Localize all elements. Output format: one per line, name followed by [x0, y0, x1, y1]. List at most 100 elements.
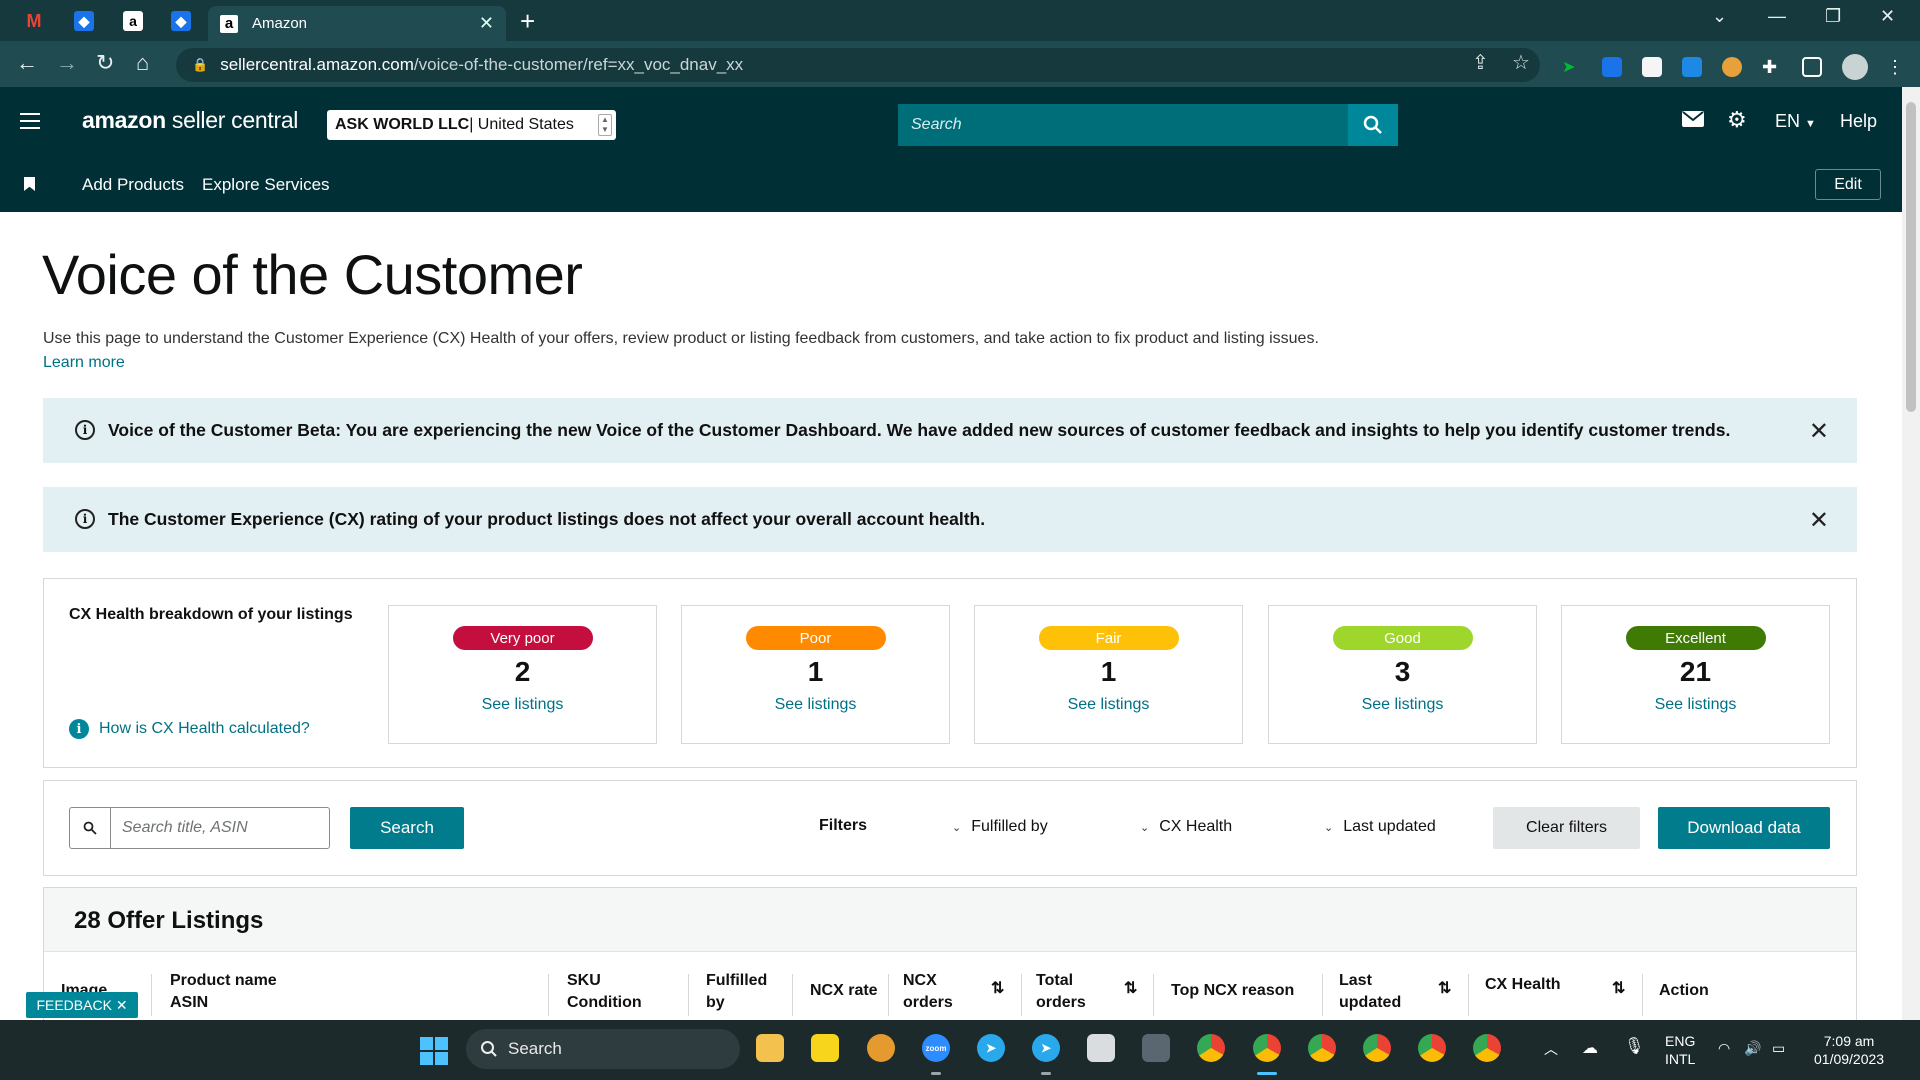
column-top-ncx-reason[interactable]: Top NCX reason — [1171, 980, 1294, 1002]
sort-icon[interactable]: ⇅ — [1438, 978, 1451, 998]
puzzle-icon[interactable]: ✚ — [1762, 57, 1782, 77]
bookmark-star-icon[interactable]: ☆ — [1512, 50, 1530, 75]
close-icon[interactable]: ✕ — [116, 997, 128, 1014]
cx-health-dropdown[interactable]: ⌄ CX Health — [1140, 818, 1232, 836]
fba-extension-icon[interactable] — [1682, 57, 1702, 77]
zoom-icon[interactable]: zoom — [922, 1034, 950, 1062]
see-listings-link[interactable]: See listings — [682, 696, 949, 714]
dismiss-alert-icon[interactable]: ✕ — [1809, 417, 1829, 446]
header-search-input[interactable]: Search — [898, 104, 1348, 146]
fulfilled-by-dropdown[interactable]: ⌄ Fulfilled by — [952, 818, 1048, 836]
onedrive-cloud-icon[interactable]: ☁ — [1582, 1040, 1598, 1058]
address-bar[interactable]: 🔒 sellercentral.amazon.com /voice-of-the… — [176, 48, 1540, 82]
last-updated-dropdown[interactable]: ⌄ Last updated — [1324, 818, 1436, 836]
mail-icon[interactable] — [1682, 111, 1704, 132]
nav-explore-services[interactable]: Explore Services — [202, 175, 330, 195]
chrome-icon[interactable] — [1473, 1034, 1501, 1062]
feedback-button[interactable]: FEEDBACK ✕ — [26, 992, 138, 1018]
telegram-icon[interactable]: ➤ — [1032, 1034, 1060, 1062]
language-indicator[interactable]: ENG INTL — [1665, 1032, 1695, 1068]
seller-central-logo[interactable]: amazon seller central — [82, 107, 298, 134]
reload-icon[interactable]: ↻ — [96, 50, 114, 76]
extension-icon[interactable] — [1642, 57, 1662, 77]
column-last-updated[interactable]: Last updated — [1339, 970, 1401, 1014]
gmail-tab[interactable]: M — [14, 7, 54, 35]
close-window-button[interactable]: ✕ — [1880, 6, 1895, 27]
chrome-icon[interactable] — [1363, 1034, 1391, 1062]
page-scrollbar[interactable] — [1902, 87, 1920, 1020]
see-listings-link[interactable]: See listings — [389, 696, 656, 714]
active-tab[interactable]: a Amazon ✕ — [208, 6, 506, 41]
amazon-icon: a — [123, 11, 143, 31]
clock[interactable]: 7:09 am 01/09/2023 — [1814, 1032, 1884, 1068]
column-product-name[interactable]: Product name ASIN — [170, 970, 277, 1014]
volume-icon[interactable]: 🔊 — [1744, 1039, 1761, 1057]
chrome-icon[interactable] — [1308, 1034, 1336, 1062]
home-icon[interactable]: ⌂ — [136, 50, 149, 76]
listing-search-input[interactable]: Search title, ASIN — [69, 807, 330, 849]
close-tab-icon[interactable]: ✕ — [479, 13, 494, 34]
snipping-tool-icon[interactable] — [1087, 1034, 1115, 1062]
calculator-icon[interactable] — [1142, 1034, 1170, 1062]
see-listings-link[interactable]: See listings — [1269, 696, 1536, 714]
cx-health-help-link[interactable]: i How is CX Health calculated? — [69, 719, 310, 739]
clear-filters-button[interactable]: Clear filters — [1493, 807, 1640, 849]
battery-icon[interactable]: ▭ — [1772, 1039, 1785, 1057]
extension-icon[interactable] — [1602, 57, 1622, 77]
pinned-tab-2[interactable]: ◆ — [64, 7, 104, 35]
amazon-pinned-tab[interactable]: a — [113, 7, 153, 35]
see-listings-link[interactable]: See listings — [975, 696, 1242, 714]
share-icon[interactable]: ⇪ — [1472, 50, 1489, 75]
settings-gear-icon[interactable]: ⚙ — [1727, 107, 1747, 133]
scrollbar-thumb[interactable] — [1906, 102, 1916, 412]
taskbar-search[interactable]: Search — [466, 1029, 740, 1069]
column-fulfilled-by[interactable]: Fulfilled by — [706, 970, 767, 1014]
minimize-button[interactable]: — — [1768, 6, 1786, 27]
chevron-up-icon[interactable]: ︿ — [1544, 1040, 1558, 1058]
download-data-button[interactable]: Download data — [1658, 807, 1830, 849]
column-sku[interactable]: SKU Condition — [567, 970, 642, 1014]
menu-icon[interactable] — [20, 113, 40, 129]
chrome-icon[interactable] — [1253, 1034, 1281, 1062]
help-link[interactable]: Help — [1840, 111, 1877, 132]
account-switcher[interactable]: ASK WORLD LLC | United States ▲ ▼ — [327, 110, 616, 140]
profile-avatar[interactable] — [1842, 54, 1868, 80]
column-cx-health[interactable]: CX Health — [1485, 974, 1561, 996]
chrome-icon[interactable] — [1418, 1034, 1446, 1062]
edit-button[interactable]: Edit — [1815, 169, 1881, 200]
file-explorer-icon[interactable] — [756, 1034, 784, 1062]
bookmark-icon[interactable] — [24, 177, 35, 191]
column-total-orders[interactable]: Total orders — [1036, 970, 1086, 1014]
telegram-icon[interactable]: ➤ — [977, 1034, 1005, 1062]
chrome-icon[interactable] — [1197, 1034, 1225, 1062]
extension-arrow-icon[interactable]: ➤ — [1562, 57, 1582, 77]
tab-search-icon[interactable]: ⌄ — [1712, 6, 1727, 27]
new-tab-button[interactable]: + — [520, 6, 535, 37]
wifi-icon[interactable]: ◠ — [1718, 1039, 1730, 1057]
microphone-icon[interactable]: 🎙 — [1624, 1038, 1644, 1056]
learn-more-link[interactable]: Learn more — [43, 354, 125, 372]
back-icon[interactable]: ← — [16, 50, 38, 76]
sort-icon[interactable]: ⇅ — [1124, 978, 1137, 998]
language-selector[interactable]: EN ▼ — [1775, 111, 1816, 132]
extension-icon[interactable] — [1722, 57, 1742, 77]
more-menu-icon[interactable]: ⋮ — [1886, 57, 1906, 77]
windows-start-icon[interactable] — [420, 1037, 448, 1065]
chevron-down-icon: ⌄ — [1324, 822, 1334, 834]
pinned-tab-4[interactable]: ◆ — [161, 7, 201, 35]
dismiss-alert-icon[interactable]: ✕ — [1809, 506, 1829, 535]
app-icon[interactable] — [867, 1034, 895, 1062]
sort-icon[interactable]: ⇅ — [991, 978, 1004, 998]
maximize-button[interactable]: ❐ — [1825, 6, 1841, 27]
sort-icon[interactable]: ⇅ — [1612, 978, 1625, 998]
nav-add-products[interactable]: Add Products — [82, 175, 184, 195]
search-button[interactable]: Search — [350, 807, 464, 849]
sticky-notes-icon[interactable] — [811, 1034, 839, 1062]
column-ncx-rate[interactable]: NCX rate — [810, 980, 878, 1002]
side-panel-icon[interactable] — [1802, 57, 1822, 77]
column-ncx-orders[interactable]: NCX orders — [903, 970, 953, 1014]
see-listings-link[interactable]: See listings — [1562, 696, 1829, 714]
forward-icon[interactable]: → — [56, 50, 78, 76]
cx-badge: Fair — [1038, 626, 1179, 650]
header-search-button[interactable] — [1348, 104, 1398, 146]
